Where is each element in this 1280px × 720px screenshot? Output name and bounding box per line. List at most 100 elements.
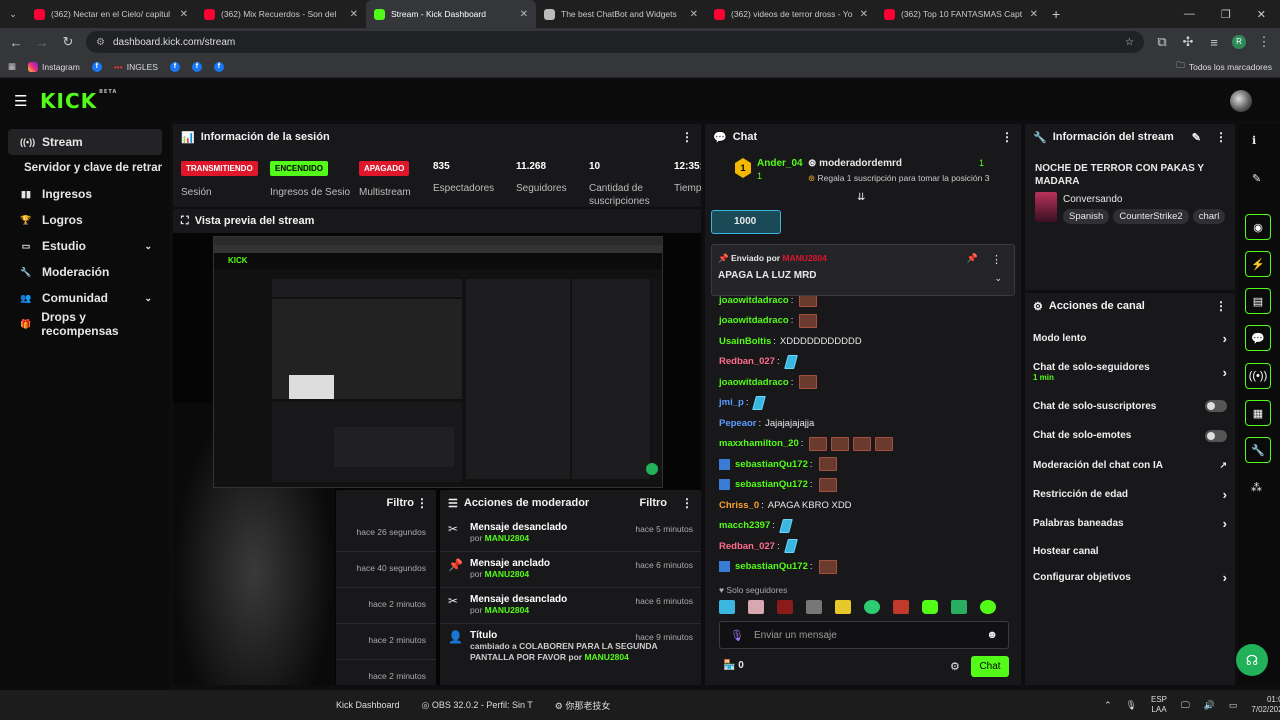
emote-icon[interactable]: [806, 600, 822, 614]
language-indicator[interactable]: ESP LAA: [1151, 695, 1167, 715]
top-gifter-1[interactable]: Ander_04: [757, 158, 803, 169]
channel-action-row[interactable]: Moderación del chat con IA ↗: [1025, 450, 1235, 480]
chat-username[interactable]: macch2397: [719, 520, 770, 531]
channel-points[interactable]: 🏪 0: [723, 660, 744, 671]
taskbar-kick[interactable]: Kick Dashboard: [336, 700, 400, 710]
emote-icon[interactable]: [864, 600, 880, 614]
rail-wrench-icon[interactable]: 🔧: [1245, 437, 1271, 463]
mod-action-row[interactable]: ✂ Mensaje desanclado por MANU2804 hace 5 mi…: [440, 516, 701, 552]
tray-battery-icon[interactable]: ▭: [1229, 700, 1238, 711]
log-menu-icon[interactable]: ⋮: [416, 496, 428, 510]
back-icon[interactable]: ←: [8, 35, 24, 50]
hamburger-icon[interactable]: ☰: [14, 92, 27, 110]
send-chat-button[interactable]: Chat: [971, 656, 1009, 677]
tray-monitor-icon[interactable]: 🖵: [1181, 700, 1190, 711]
stream-category[interactable]: Conversando: [1063, 194, 1122, 205]
close-window-icon[interactable]: ✕: [1257, 8, 1266, 21]
tab-search-icon[interactable]: ⌄: [0, 9, 26, 20]
browser-tab[interactable]: (362) Top 10 FANTASMAS Capt ✕: [876, 0, 1046, 28]
chat-message[interactable]: sebastianQu172:: [705, 557, 1021, 578]
close-tab-icon[interactable]: ✕: [180, 9, 188, 20]
sidebar-item-7[interactable]: 🎁 Drops y recompensas: [8, 310, 162, 338]
facebook-icon[interactable]: f: [213, 61, 224, 72]
bookmark-ingles[interactable]: ••• INGLES: [114, 62, 158, 72]
chat-username[interactable]: sebastianQu172: [735, 459, 808, 470]
session-menu-icon[interactable]: ⋮: [681, 130, 693, 144]
rail-camera-icon[interactable]: ◉: [1245, 214, 1271, 240]
extensions-puzzle-icon[interactable]: ✣: [1180, 34, 1196, 50]
pinned-message[interactable]: 📌 Enviado por MANU2804 APAGA LA LUZ MRD …: [711, 244, 1015, 296]
browser-tab[interactable]: (362) Mix Recuerdos - Son del ✕: [196, 0, 366, 28]
chat-username[interactable]: sebastianQu172: [735, 561, 808, 572]
expand-icon[interactable]: ⇊: [857, 192, 865, 203]
all-bookmarks[interactable]: 🗀 Todos los marcadores: [1176, 60, 1272, 74]
chat-message[interactable]: sebastianQu172:: [705, 475, 1021, 496]
channel-action-row[interactable]: Hostear canal: [1025, 538, 1235, 564]
mod-action-row[interactable]: 👤 Título cambiado a COLABOREN PARA LA SEGU…: [440, 624, 701, 674]
emote-icon[interactable]: [893, 600, 909, 614]
chat-message[interactable]: Redban_027:: [705, 536, 1021, 557]
taskbar-app[interactable]: ⚙ 你那老技女: [555, 699, 611, 712]
chat-username[interactable]: Redban_027: [719, 356, 775, 367]
reload-icon[interactable]: ↻: [60, 34, 76, 50]
url-field[interactable]: ⚙ dashboard.kick.com/stream ☆: [86, 31, 1144, 53]
chat-message[interactable]: jmi_p:: [705, 393, 1021, 414]
stream-tag[interactable]: CounterStrike2: [1113, 209, 1189, 224]
mod-action-row[interactable]: 📌 Mensaje anclado por MANU2804 hace 6 minut…: [440, 552, 701, 588]
chat-username[interactable]: jmi_p: [719, 397, 744, 408]
rail-chat-icon[interactable]: 💬: [1245, 325, 1271, 351]
channel-action-row[interactable]: Chat de solo-suscriptores: [1025, 391, 1235, 421]
apps-grid-icon[interactable]: ▦: [8, 61, 16, 72]
kicks-counter[interactable]: 1000: [711, 210, 781, 234]
channel-action-row[interactable]: Modo lento ›: [1025, 323, 1235, 353]
rail-broadcast-icon[interactable]: ((•)): [1245, 363, 1271, 389]
chat-menu-icon[interactable]: ⋮: [1001, 130, 1013, 144]
channel-action-row[interactable]: Chat de solo-seguidores 1 min ›: [1025, 353, 1235, 391]
chat-message[interactable]: joaowitdadraco:: [705, 372, 1021, 393]
support-headset-icon[interactable]: ☊: [1236, 644, 1268, 676]
stream-tag[interactable]: charl: [1192, 209, 1226, 224]
sidebar-item-4[interactable]: ▭ Estudio ⌄: [8, 233, 162, 259]
profile-avatar[interactable]: R: [1232, 35, 1246, 49]
emote-icon[interactable]: [951, 600, 967, 614]
browser-menu-icon[interactable]: ⋮: [1256, 34, 1272, 50]
close-tab-icon[interactable]: ✕: [1030, 9, 1038, 20]
rail-layout-icon[interactable]: ▦: [1245, 400, 1271, 426]
browser-tab[interactable]: The best ChatBot and Widgets ✕: [536, 0, 706, 28]
bookmark-instagram[interactable]: Instagram: [28, 61, 80, 72]
microphone-icon[interactable]: 🎙: [730, 629, 744, 642]
gift-prompt[interactable]: ⊛ Regala 1 suscripción para tomar la pos…: [808, 173, 989, 184]
collapse-pin-icon[interactable]: ⌄: [994, 273, 1002, 284]
chat-message[interactable]: Pepeaor: Jajajajajajja: [705, 413, 1021, 434]
chat-username[interactable]: UsainBoltis: [719, 336, 771, 347]
extension-icon[interactable]: ⧉: [1154, 34, 1170, 50]
emote-icon[interactable]: [980, 600, 996, 614]
media-control-icon[interactable]: ≡: [1206, 35, 1222, 50]
close-tab-icon[interactable]: ✕: [690, 9, 698, 20]
chat-username[interactable]: joaowitdadraco: [719, 295, 789, 306]
forward-icon[interactable]: →: [34, 35, 50, 50]
chat-settings-icon[interactable]: ⚙: [950, 660, 960, 673]
kick-logo[interactable]: KICK BETA: [40, 89, 117, 113]
sidebar-item-6[interactable]: 👥 Comunidad ⌄: [8, 285, 162, 311]
browser-tab[interactable]: (362) videos de terror dross - Yo ✕: [706, 0, 876, 28]
new-tab-button[interactable]: +: [1052, 6, 1060, 22]
chat-username[interactable]: Chriss_0: [719, 500, 759, 511]
channel-action-row[interactable]: Restricción de edad ›: [1025, 480, 1235, 509]
rail-lightning-icon[interactable]: ⚡: [1245, 251, 1271, 277]
bookmark-star-icon[interactable]: ☆: [1125, 37, 1134, 48]
edit-pencil-icon[interactable]: ✎: [1192, 131, 1201, 144]
site-info-icon[interactable]: ⚙: [96, 37, 105, 48]
emote-icon[interactable]: [835, 600, 851, 614]
chat-message[interactable]: macch2397:: [705, 516, 1021, 537]
facebook-icon[interactable]: f: [169, 61, 180, 72]
edit-icon[interactable]: ✎: [1252, 172, 1261, 185]
channel-action-row[interactable]: Configurar objetivos ›: [1025, 564, 1235, 590]
emote-icon[interactable]: [748, 600, 764, 614]
sidebar-item-2[interactable]: ▮▮ Ingresos: [8, 181, 162, 207]
emote-icon[interactable]: [922, 600, 938, 614]
browser-tab[interactable]: Stream - Kick Dashboard ✕: [366, 0, 536, 28]
tray-volume-icon[interactable]: 🔊: [1204, 700, 1215, 711]
tray-mic-icon[interactable]: 🎙: [1126, 700, 1137, 711]
maximize-icon[interactable]: ❐: [1221, 8, 1231, 21]
